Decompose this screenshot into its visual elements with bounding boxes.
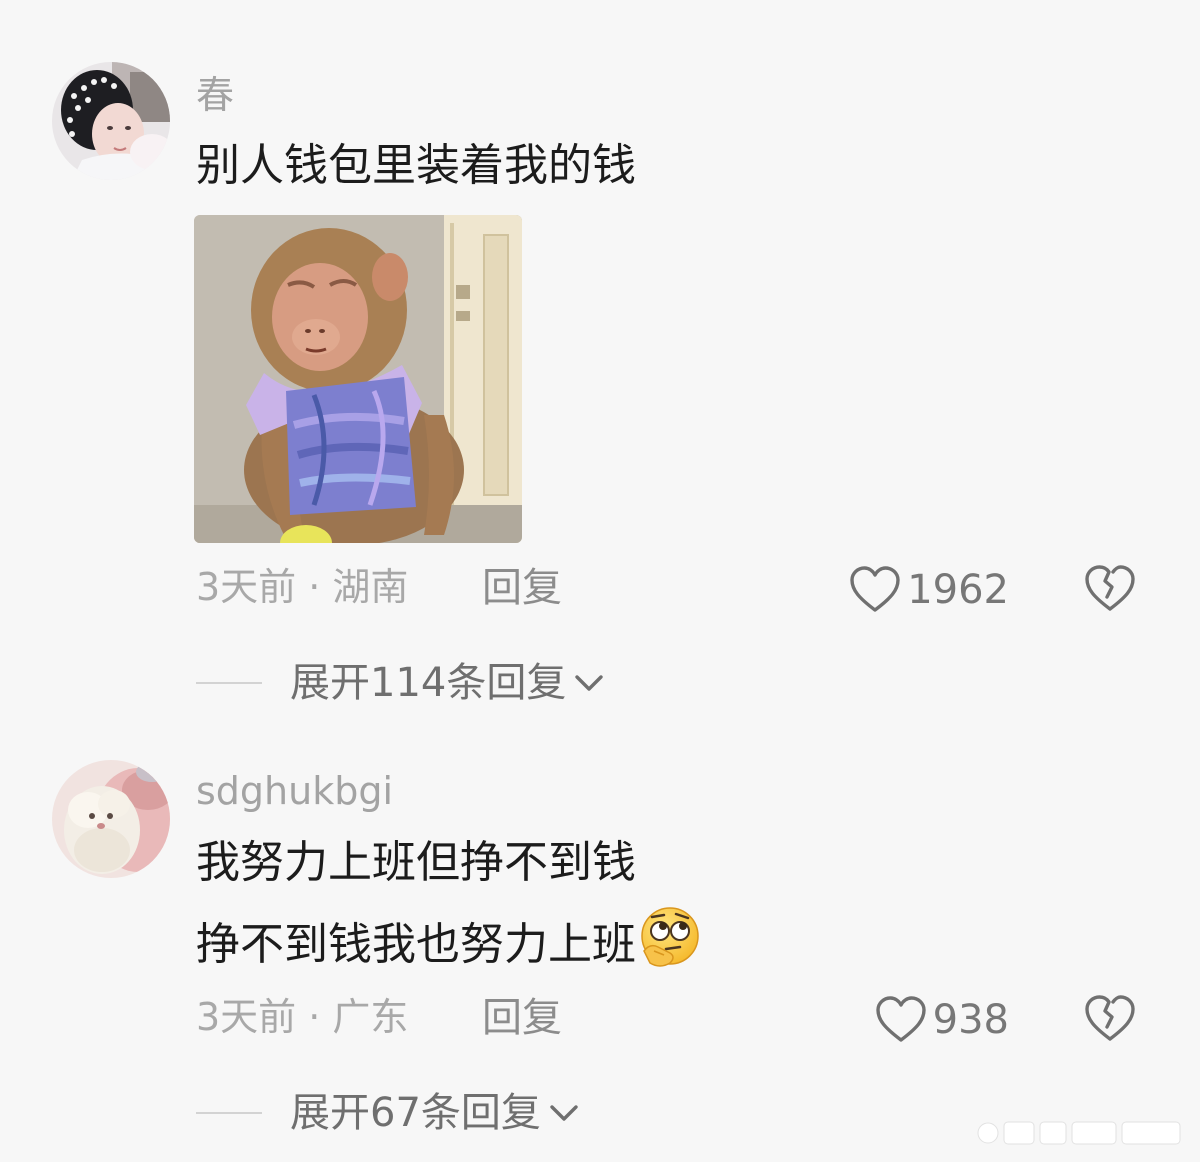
expand-replies-label: 展开67条回复 [290,1090,541,1136]
watermark [977,1121,1181,1145]
dislike-button[interactable] [1084,564,1136,614]
comment-item: sdghukbgi 我努力上班但挣不到钱 挣不到钱我也努力上班 3天前 · 广东… [0,720,1200,1162]
avatar[interactable] [52,62,170,180]
expand-replies[interactable]: 展开114条回复 [196,655,606,711]
divider [196,682,262,684]
avatar[interactable] [52,760,170,878]
comment-text-line-with-emoji: 挣不到钱我也努力上班 [196,904,702,986]
comment-image[interactable] [194,215,522,543]
reply-button[interactable]: 回复 [482,568,562,608]
time-location: 3天前 · 湖南 [196,565,409,609]
time-location: 3天前 · 广东 [196,995,409,1039]
broken-heart-icon [1085,565,1135,611]
comment-item: 春 别人钱包里装着我的钱 3天前 · 湖南 回复 1962 展开114条回复 [0,0,1200,720]
divider [196,1112,262,1114]
comment-text-line: 我努力上班但挣不到钱 [196,837,636,888]
chevron-down-icon [575,675,604,691]
heart-icon [850,566,900,612]
heart-icon [875,996,926,1042]
reply-button[interactable]: 回复 [482,998,562,1038]
comment-text: 别人钱包里装着我的钱 [196,125,636,207]
comment-meta-row: 3天前 · 湖南 回复 1962 [196,562,1156,618]
chevron-down-icon [550,1105,578,1121]
thinking-rolling-eyes-emoji [641,907,699,967]
like-button[interactable]: 938 [875,992,1009,1048]
broken-heart-icon [1085,995,1135,1041]
expand-replies[interactable]: 展开67条回复 [196,1085,581,1141]
comment-text-line: 挣不到钱我也努力上班 [196,919,636,970]
dislike-button[interactable] [1084,994,1136,1044]
comment-text-line: 别人钱包里装着我的钱 [196,140,636,191]
comment-meta-row: 3天前 · 广东 回复 938 [196,992,1156,1048]
username[interactable]: sdghukbgi [196,772,393,810]
like-count: 1962 [907,567,1009,613]
comment-text: 我努力上班但挣不到钱 挣不到钱我也努力上班 [196,822,702,986]
like-count: 938 [932,997,1009,1043]
username[interactable]: 春 [196,76,234,114]
like-button[interactable]: 1962 [849,562,1009,618]
expand-replies-label: 展开114条回复 [290,660,567,706]
